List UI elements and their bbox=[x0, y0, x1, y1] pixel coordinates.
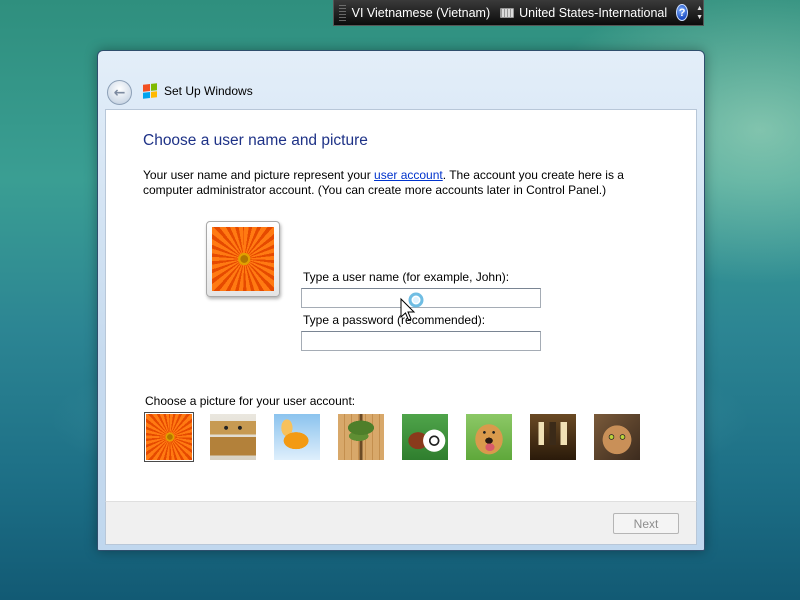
language-bar: VI Vietnamese (Vietnam) United States-In… bbox=[333, 0, 704, 26]
picture-list bbox=[144, 412, 642, 462]
flower-thumbnail bbox=[146, 414, 192, 460]
language-bar-grip[interactable] bbox=[339, 4, 346, 21]
next-button[interactable]: Next bbox=[613, 513, 679, 534]
picture-option-kitten[interactable] bbox=[592, 412, 642, 462]
input-language-label: VI Vietnamese (Vietnam) bbox=[351, 5, 491, 20]
username-input[interactable] bbox=[301, 288, 541, 308]
fish-thumbnail bbox=[274, 414, 320, 460]
footer-bar: Next bbox=[105, 501, 697, 545]
pictures-label: Choose a picture for your user account: bbox=[145, 394, 356, 408]
picture-option-fish[interactable] bbox=[272, 412, 322, 462]
robot-thumbnail bbox=[210, 414, 256, 460]
picture-option-robot[interactable] bbox=[208, 412, 258, 462]
keyboard-layout-button[interactable]: United States-International bbox=[490, 6, 667, 20]
kitten-thumbnail bbox=[594, 414, 640, 460]
bonsai-thumbnail bbox=[338, 414, 384, 460]
flower-picture bbox=[212, 227, 274, 291]
intro-text-start: Your user name and picture represent you… bbox=[143, 168, 375, 182]
chess-thumbnail bbox=[530, 414, 576, 460]
picture-option-dog[interactable] bbox=[464, 412, 514, 462]
setup-window: ← Set Up Windows Choose a user name and … bbox=[97, 50, 705, 551]
window-title: Set Up Windows bbox=[164, 84, 253, 98]
content-pane: Choose a user name and picture Your user… bbox=[105, 109, 697, 501]
username-label: Type a user name (for example, John): bbox=[303, 270, 510, 284]
intro-text: Your user name and picture represent you… bbox=[143, 168, 643, 198]
windows-logo-icon bbox=[143, 83, 157, 99]
picture-option-bonsai[interactable] bbox=[336, 412, 386, 462]
keyboard-icon bbox=[500, 7, 515, 18]
picture-option-chess[interactable] bbox=[528, 412, 578, 462]
picture-option-flower[interactable] bbox=[144, 412, 194, 462]
password-input[interactable] bbox=[301, 331, 541, 351]
picture-option-football[interactable] bbox=[400, 412, 450, 462]
password-label: Type a password (recommended): bbox=[303, 313, 486, 327]
page-title: Choose a user name and picture bbox=[143, 132, 368, 149]
options-arrows-icon[interactable]: ▲ ▼ bbox=[696, 5, 703, 21]
user-account-link[interactable]: user account bbox=[374, 168, 443, 182]
back-arrow-icon: ← bbox=[113, 84, 126, 101]
football-thumbnail bbox=[402, 414, 448, 460]
back-button[interactable]: ← bbox=[107, 80, 132, 105]
selected-picture-preview bbox=[206, 221, 280, 297]
input-language-button[interactable]: VI Vietnamese (Vietnam) bbox=[352, 6, 491, 20]
keyboard-layout-label: United States-International bbox=[519, 5, 668, 20]
dog-thumbnail bbox=[466, 414, 512, 460]
help-icon[interactable]: ? bbox=[676, 4, 689, 21]
title-bar: ← Set Up Windows bbox=[98, 51, 704, 107]
